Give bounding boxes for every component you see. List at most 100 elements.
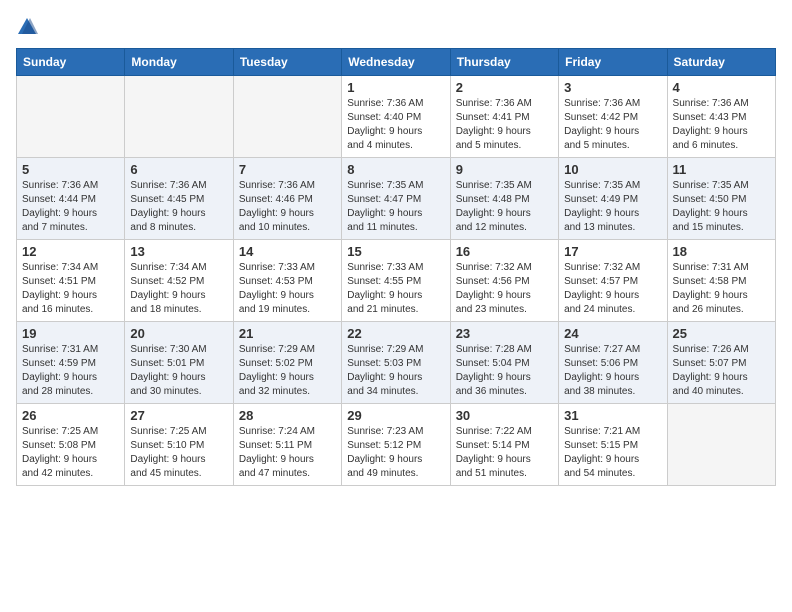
day-cell-26: 26 Sunrise: 7:25 AM Sunset: 5:08 PM Dayli… (17, 404, 125, 486)
day-number: 25 (673, 326, 770, 341)
day-cell-16: 16 Sunrise: 7:32 AM Sunset: 4:56 PM Dayli… (450, 240, 558, 322)
day-number: 27 (130, 408, 227, 423)
week-row-3: 12 Sunrise: 7:34 AM Sunset: 4:51 PM Dayli… (17, 240, 776, 322)
day-info: Sunrise: 7:36 AM Sunset: 4:45 PM Dayligh… (130, 179, 227, 235)
week-row-2: 5Sunrise: 7:36 AM Sunset: 4:44 PM Daylig… (17, 158, 776, 240)
day-number: 31 (564, 408, 661, 423)
day-info: Sunrise: 7:25 AM Sunset: 5:08 PM Dayligh… (22, 425, 119, 481)
day-cell-28: 28 Sunrise: 7:24 AM Sunset: 5:11 PM Dayli… (233, 404, 341, 486)
day-number: 29 (347, 408, 444, 423)
day-info: Sunrise: 7:32 AM Sunset: 4:57 PM Dayligh… (564, 261, 661, 317)
day-cell-15: 15Sunrise: 7:33 AM Sunset: 4:55 PM Dayli… (342, 240, 450, 322)
day-cell-19: 19 Sunrise: 7:31 AM Sunset: 4:59 PM Dayli… (17, 322, 125, 404)
day-cell-14: 14 Sunrise: 7:33 AM Sunset: 4:53 PM Dayli… (233, 240, 341, 322)
day-cell-29: 29 Sunrise: 7:23 AM Sunset: 5:12 PM Dayli… (342, 404, 450, 486)
day-number: 16 (456, 244, 553, 259)
day-number: 26 (22, 408, 119, 423)
day-cell-13: 13 Sunrise: 7:34 AM Sunset: 4:52 PM Dayli… (125, 240, 233, 322)
day-header-monday: Monday (125, 49, 233, 76)
day-info: Sunrise: 7:33 AM Sunset: 4:55 PM Dayligh… (347, 261, 444, 317)
day-info: Sunrise: 7:35 AM Sunset: 4:47 PM Dayligh… (347, 179, 444, 235)
day-info: Sunrise: 7:33 AM Sunset: 4:53 PM Dayligh… (239, 261, 336, 317)
logo (16, 16, 42, 38)
day-header-saturday: Saturday (667, 49, 775, 76)
day-number: 2 (456, 80, 553, 95)
day-cell-10: 10 Sunrise: 7:35 AM Sunset: 4:49 PM Dayli… (559, 158, 667, 240)
day-info: Sunrise: 7:31 AM Sunset: 4:59 PM Dayligh… (22, 343, 119, 399)
day-cell-12: 12 Sunrise: 7:34 AM Sunset: 4:51 PM Dayli… (17, 240, 125, 322)
day-cell-27: 27 Sunrise: 7:25 AM Sunset: 5:10 PM Dayli… (125, 404, 233, 486)
header-row: SundayMondayTuesdayWednesdayThursdayFrid… (17, 49, 776, 76)
empty-cell (17, 76, 125, 158)
day-number: 10 (564, 162, 661, 177)
day-cell-7: 7 Sunrise: 7:36 AM Sunset: 4:46 PM Daylig… (233, 158, 341, 240)
day-info: Sunrise: 7:36 AM Sunset: 4:41 PM Dayligh… (456, 97, 553, 153)
day-number: 6 (130, 162, 227, 177)
day-number: 3 (564, 80, 661, 95)
day-info: Sunrise: 7:34 AM Sunset: 4:51 PM Dayligh… (22, 261, 119, 317)
day-info: Sunrise: 7:23 AM Sunset: 5:12 PM Dayligh… (347, 425, 444, 481)
day-cell-30: 30 Sunrise: 7:22 AM Sunset: 5:14 PM Dayli… (450, 404, 558, 486)
day-number: 18 (673, 244, 770, 259)
day-cell-17: 17 Sunrise: 7:32 AM Sunset: 4:57 PM Dayli… (559, 240, 667, 322)
day-number: 14 (239, 244, 336, 259)
day-number: 1 (347, 80, 444, 95)
day-info: Sunrise: 7:24 AM Sunset: 5:11 PM Dayligh… (239, 425, 336, 481)
day-header-sunday: Sunday (17, 49, 125, 76)
day-info: Sunrise: 7:25 AM Sunset: 5:10 PM Dayligh… (130, 425, 227, 481)
day-number: 23 (456, 326, 553, 341)
day-info: Sunrise: 7:34 AM Sunset: 4:52 PM Dayligh… (130, 261, 227, 317)
day-number: 22 (347, 326, 444, 341)
day-header-wednesday: Wednesday (342, 49, 450, 76)
day-number: 13 (130, 244, 227, 259)
day-info: Sunrise: 7:29 AM Sunset: 5:02 PM Dayligh… (239, 343, 336, 399)
day-header-friday: Friday (559, 49, 667, 76)
day-header-tuesday: Tuesday (233, 49, 341, 76)
day-number: 4 (673, 80, 770, 95)
day-info: Sunrise: 7:31 AM Sunset: 4:58 PM Dayligh… (673, 261, 770, 317)
day-info: Sunrise: 7:32 AM Sunset: 4:56 PM Dayligh… (456, 261, 553, 317)
day-info: Sunrise: 7:26 AM Sunset: 5:07 PM Dayligh… (673, 343, 770, 399)
day-cell-22: 22 Sunrise: 7:29 AM Sunset: 5:03 PM Dayli… (342, 322, 450, 404)
day-number: 12 (22, 244, 119, 259)
day-cell-4: 4 Sunrise: 7:36 AM Sunset: 4:43 PM Daylig… (667, 76, 775, 158)
day-info: Sunrise: 7:21 AM Sunset: 5:15 PM Dayligh… (564, 425, 661, 481)
day-cell-9: 9 Sunrise: 7:35 AM Sunset: 4:48 PM Daylig… (450, 158, 558, 240)
day-cell-2: 2 Sunrise: 7:36 AM Sunset: 4:41 PM Daylig… (450, 76, 558, 158)
week-row-4: 19 Sunrise: 7:31 AM Sunset: 4:59 PM Dayli… (17, 322, 776, 404)
day-info: Sunrise: 7:36 AM Sunset: 4:43 PM Dayligh… (673, 97, 770, 153)
day-cell-31: 31 Sunrise: 7:21 AM Sunset: 5:15 PM Dayli… (559, 404, 667, 486)
week-row-1: 1 Sunrise: 7:36 AM Sunset: 4:40 PM Daylig… (17, 76, 776, 158)
day-number: 20 (130, 326, 227, 341)
day-cell-8: 8Sunrise: 7:35 AM Sunset: 4:47 PM Daylig… (342, 158, 450, 240)
day-info: Sunrise: 7:35 AM Sunset: 4:48 PM Dayligh… (456, 179, 553, 235)
day-cell-23: 23 Sunrise: 7:28 AM Sunset: 5:04 PM Dayli… (450, 322, 558, 404)
day-info: Sunrise: 7:22 AM Sunset: 5:14 PM Dayligh… (456, 425, 553, 481)
day-info: Sunrise: 7:36 AM Sunset: 4:46 PM Dayligh… (239, 179, 336, 235)
day-info: Sunrise: 7:29 AM Sunset: 5:03 PM Dayligh… (347, 343, 444, 399)
day-info: Sunrise: 7:36 AM Sunset: 4:42 PM Dayligh… (564, 97, 661, 153)
empty-cell (233, 76, 341, 158)
day-cell-25: 25 Sunrise: 7:26 AM Sunset: 5:07 PM Dayli… (667, 322, 775, 404)
day-number: 19 (22, 326, 119, 341)
week-row-5: 26 Sunrise: 7:25 AM Sunset: 5:08 PM Dayli… (17, 404, 776, 486)
day-info: Sunrise: 7:28 AM Sunset: 5:04 PM Dayligh… (456, 343, 553, 399)
day-cell-3: 3 Sunrise: 7:36 AM Sunset: 4:42 PM Daylig… (559, 76, 667, 158)
page-header (16, 16, 776, 38)
day-info: Sunrise: 7:36 AM Sunset: 4:44 PM Dayligh… (22, 179, 119, 235)
day-info: Sunrise: 7:27 AM Sunset: 5:06 PM Dayligh… (564, 343, 661, 399)
empty-cell (125, 76, 233, 158)
day-info: Sunrise: 7:30 AM Sunset: 5:01 PM Dayligh… (130, 343, 227, 399)
day-number: 7 (239, 162, 336, 177)
day-info: Sunrise: 7:36 AM Sunset: 4:40 PM Dayligh… (347, 97, 444, 153)
day-cell-5: 5Sunrise: 7:36 AM Sunset: 4:44 PM Daylig… (17, 158, 125, 240)
empty-cell (667, 404, 775, 486)
day-cell-11: 11Sunrise: 7:35 AM Sunset: 4:50 PM Dayli… (667, 158, 775, 240)
day-info: Sunrise: 7:35 AM Sunset: 4:49 PM Dayligh… (564, 179, 661, 235)
logo-icon (16, 16, 38, 38)
day-number: 28 (239, 408, 336, 423)
day-number: 9 (456, 162, 553, 177)
day-number: 17 (564, 244, 661, 259)
day-number: 30 (456, 408, 553, 423)
day-number: 11 (673, 162, 770, 177)
